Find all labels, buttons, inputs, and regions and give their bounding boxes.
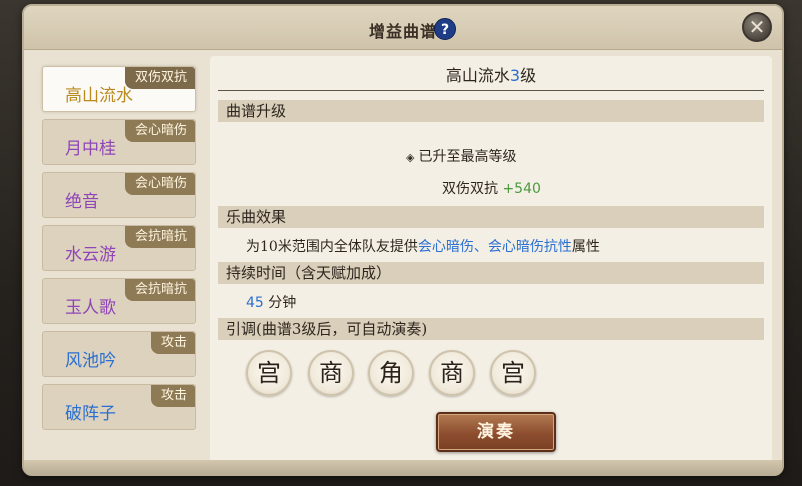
melody-buff-dialog: 增益曲谱 ? ✕ 高山流水 双伤双抗 月中桂 会心暗伤 绝音 会心暗伤 水云游 … — [22, 4, 784, 476]
song-name: 风池吟 — [65, 351, 116, 371]
melody-note-1: 商 — [308, 350, 354, 396]
stat-row: 双伤双抗 +540 — [442, 178, 541, 198]
song-name: 水云游 — [65, 245, 116, 265]
song-name: 绝音 — [65, 192, 99, 212]
duration-row: 45 分钟 — [246, 292, 296, 312]
song-tag-badge: 会抗暗抗 — [124, 226, 195, 248]
play-button[interactable]: 演奏 — [436, 412, 556, 452]
song-detail-pane: 高山流水3级 曲谱升级 ◈ 已升至最高等级 双伤双抗 +540 乐曲效果 为10米… — [210, 56, 772, 462]
dialog-title: 增益曲谱 — [368, 22, 437, 41]
max-level-text: 已升至最高等级 — [418, 149, 517, 165]
song-name: 高山流水 — [65, 86, 133, 106]
melody-note-4: 宫 — [490, 350, 536, 396]
song-tag-badge: 攻击 — [150, 385, 195, 407]
song-tag-badge: 会心暗伤 — [124, 120, 195, 142]
song-name: 破阵子 — [65, 404, 116, 424]
effect-section-header: 乐曲效果 — [218, 206, 764, 228]
effect-prefix: 为10米范围内全体队友提供 — [246, 239, 418, 255]
stat-value: +540 — [502, 181, 541, 197]
song-tag-badge: 会抗暗抗 — [124, 279, 195, 301]
title-divider — [218, 90, 764, 91]
stat-label: 双伤双抗 — [442, 181, 498, 197]
diamond-bullet-icon: ◈ — [406, 151, 415, 164]
song-item-0[interactable]: 高山流水 双伤双抗 — [42, 66, 196, 112]
song-tag-badge: 攻击 — [150, 332, 195, 354]
melody-section-header: 引调(曲谱3级后，可自动演奏) — [218, 318, 764, 340]
song-title-suffix: 级 — [520, 66, 537, 85]
melody-note-2: 角 — [368, 350, 414, 396]
close-icon[interactable]: ✕ — [742, 12, 772, 42]
melody-note-0: 宫 — [246, 350, 292, 396]
duration-unit: 分钟 — [268, 295, 297, 311]
song-item-3[interactable]: 水云游 会抗暗抗 — [42, 225, 196, 271]
dialog-titlebar: 增益曲谱 ? ✕ — [24, 6, 782, 50]
song-item-2[interactable]: 绝音 会心暗伤 — [42, 172, 196, 218]
duration-section-header: 持续时间（含天赋加成） — [218, 262, 764, 284]
song-title: 高山流水3级 — [210, 62, 772, 86]
song-item-5[interactable]: 风池吟 攻击 — [42, 331, 196, 377]
song-item-1[interactable]: 月中桂 会心暗伤 — [42, 119, 196, 165]
song-name: 月中桂 — [65, 139, 116, 159]
song-item-6[interactable]: 破阵子 攻击 — [42, 384, 196, 430]
effect-description: 为10米范围内全体队友提供会心暗伤、会心暗伤抗性属性 — [246, 236, 600, 256]
song-item-4[interactable]: 玉人歌 会抗暗抗 — [42, 278, 196, 324]
dialog-bottom-border — [24, 460, 782, 474]
effect-highlight: 会心暗伤、会心暗伤抗性 — [417, 239, 572, 255]
song-tag-badge: 会心暗伤 — [124, 173, 195, 195]
song-name: 玉人歌 — [65, 298, 116, 318]
help-icon[interactable]: ? — [434, 18, 456, 40]
effect-suffix: 属性 — [571, 239, 600, 255]
song-title-name: 高山流水 — [445, 66, 510, 85]
song-list[interactable]: 高山流水 双伤双抗 月中桂 会心暗伤 绝音 会心暗伤 水云游 会抗暗抗 玉人歌 … — [38, 56, 200, 440]
duration-value: 45 — [246, 295, 264, 311]
melody-note-3: 商 — [429, 350, 475, 396]
max-level-row: ◈ 已升至最高等级 — [406, 146, 516, 166]
song-tag-badge: 双伤双抗 — [124, 67, 195, 89]
upgrade-section-header: 曲谱升级 — [218, 100, 764, 122]
song-title-level: 3 — [509, 66, 521, 85]
